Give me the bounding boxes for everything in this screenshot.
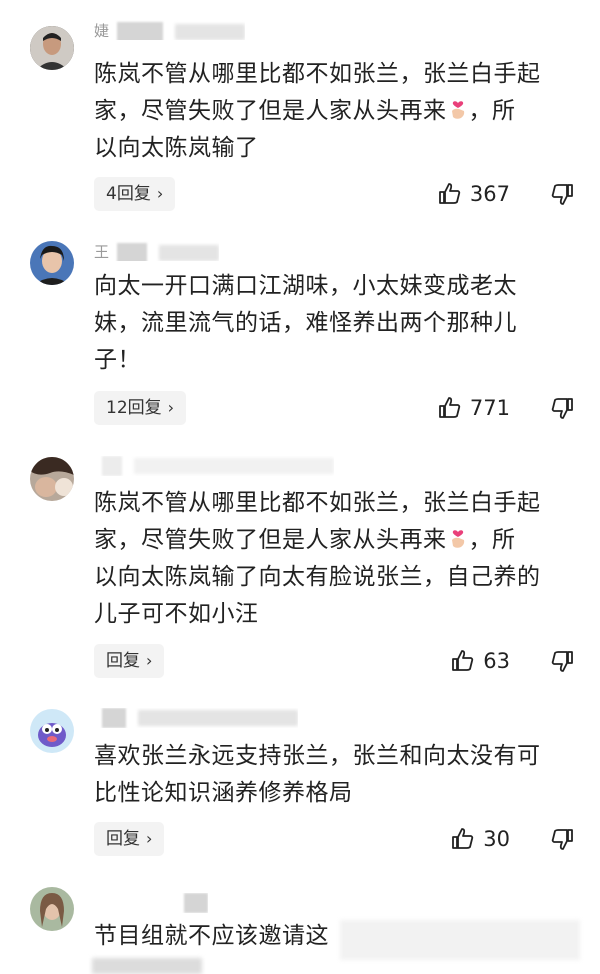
username[interactable] — [94, 893, 208, 913]
reply-count-label: 4回复 — [106, 184, 151, 204]
chevron-right-icon: › — [156, 184, 164, 203]
reply-count-button[interactable]: 4回复 › — [94, 177, 176, 211]
dislike-button[interactable] — [550, 822, 574, 856]
reply-count-button[interactable]: 回复 › — [94, 822, 165, 856]
avatar[interactable] — [30, 887, 74, 931]
thumbs-up-icon — [452, 828, 474, 849]
avatar[interactable] — [30, 457, 74, 501]
like-button[interactable]: 367 — [438, 177, 510, 211]
chevron-right-icon: › — [167, 398, 175, 417]
dislike-button[interactable] — [550, 391, 574, 425]
finger-heart-icon — [451, 101, 464, 119]
thumbs-up-icon — [452, 650, 474, 671]
dislike-button[interactable] — [550, 177, 574, 211]
username[interactable] — [94, 456, 334, 476]
username[interactable] — [94, 708, 298, 728]
chevron-right-icon: › — [146, 829, 153, 848]
reply-count-label: 12回复 — [106, 398, 162, 418]
thumbs-down-icon — [551, 829, 573, 850]
thumbs-down-icon — [551, 398, 573, 419]
avatar[interactable] — [30, 241, 74, 285]
dislike-button[interactable] — [550, 644, 574, 678]
reply-count-button[interactable]: 12回复 › — [94, 391, 187, 425]
finger-heart-icon — [451, 530, 464, 548]
like-count: 367 — [469, 182, 510, 206]
blurred-region — [92, 958, 202, 974]
avatar[interactable] — [30, 709, 74, 753]
thumbs-up-icon — [439, 397, 461, 418]
like-button[interactable]: 30 — [451, 822, 510, 856]
like-button[interactable]: 63 — [451, 644, 510, 678]
chevron-right-icon: › — [146, 651, 153, 670]
thumbs-down-icon — [551, 184, 573, 205]
reply-count-label: 回复 — [106, 829, 140, 849]
comment-text: 陈岚不管从哪里比都不如张兰，张兰白手起 家，尽管失败了但是人家从头再来 ，所 以向… — [94, 61, 541, 161]
avatar[interactable] — [30, 26, 74, 70]
reply-count-button[interactable]: 回复 › — [94, 644, 165, 678]
comment-text: 陈岚不管从哪里比都不如张兰，张兰白手起 家，尽管失败了但是人家从头再来 ，所 以向… — [94, 490, 541, 627]
like-count: 30 — [483, 827, 510, 851]
comment-text: 喜欢张兰永远支持张兰，张兰和向太没有可 比性论知识涵养修养格局 — [94, 743, 541, 806]
comment-text: 向太一开口满口江湖味，小太妹变成老太 妹，流里流气的话，难怪养出两个那种儿 子！ — [94, 273, 517, 373]
blurred-region — [340, 920, 580, 960]
thumbs-up-icon — [439, 183, 461, 204]
like-button[interactable]: 771 — [438, 391, 510, 425]
thumbs-down-icon — [551, 651, 573, 672]
username[interactable]: 婕 — [94, 20, 246, 40]
reply-count-label: 回复 — [106, 651, 140, 671]
like-count: 771 — [469, 396, 510, 420]
username[interactable]: 王 — [94, 241, 220, 261]
like-count: 63 — [483, 649, 510, 673]
